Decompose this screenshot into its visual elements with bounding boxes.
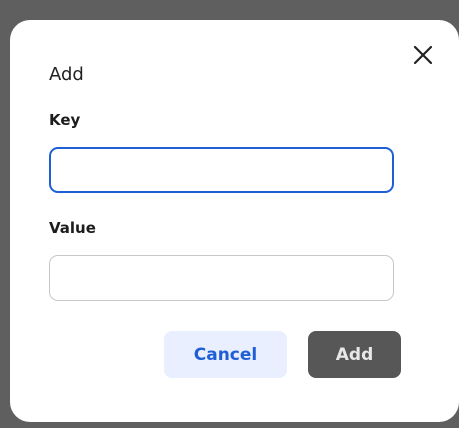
close-icon [413,45,433,65]
value-label: Value [49,219,96,237]
add-dialog: Add Key Value Cancel Add [10,20,459,422]
dialog-title: Add [49,64,84,85]
key-input[interactable] [49,147,394,193]
close-button[interactable] [410,42,436,68]
value-input[interactable] [49,255,394,301]
add-button[interactable]: Add [308,331,401,378]
key-label: Key [49,111,81,129]
cancel-button[interactable]: Cancel [164,331,287,378]
